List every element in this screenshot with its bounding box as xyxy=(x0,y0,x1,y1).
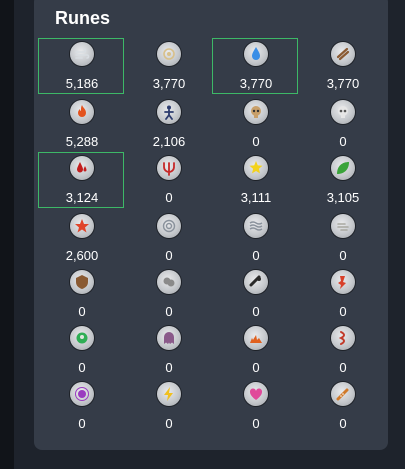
steam-rune-icon xyxy=(244,270,268,294)
rune-count: 0 xyxy=(339,248,347,263)
nature-rune-icon xyxy=(331,156,355,180)
rune-slot-air[interactable]: 5,186 xyxy=(38,38,124,94)
lava-rune-icon xyxy=(244,326,268,350)
rune-count: 0 xyxy=(78,304,86,319)
rune-count: 0 xyxy=(252,360,260,375)
rune-slot-mind[interactable]: 3,770 xyxy=(125,38,211,94)
rune-count: 0 xyxy=(165,304,173,319)
rune-slot-lava[interactable]: 0 xyxy=(212,322,298,378)
panel-title: Runes xyxy=(55,8,111,28)
flame-rune-icon xyxy=(331,270,355,294)
left-edge-strip xyxy=(0,0,14,469)
rune-slot-earth[interactable]: 3,770 xyxy=(299,38,385,94)
rune-count: 0 xyxy=(339,416,347,431)
wave-rune-icon xyxy=(244,214,268,238)
rune-count: 2,106 xyxy=(152,134,186,149)
rune-slot-dust[interactable]: 0 xyxy=(125,266,211,322)
rune-slot-lightning[interactable]: 0 xyxy=(125,378,211,434)
rune-slot-fire[interactable]: 5,288 xyxy=(38,96,124,152)
rune-slot-chaos[interactable]: 0 xyxy=(125,152,211,208)
rune-slot-skull[interactable]: 0 xyxy=(299,96,385,152)
body-rune-icon xyxy=(157,100,181,124)
rune-count: 3,124 xyxy=(65,190,99,205)
rune-slot-cosmic[interactable]: 3,111 xyxy=(212,152,298,208)
soul-rune-icon xyxy=(70,326,94,350)
ghost-rune-icon xyxy=(157,326,181,350)
skull-rune-icon xyxy=(331,100,355,124)
rune-count: 5,186 xyxy=(65,76,99,91)
rune-count: 0 xyxy=(252,304,260,319)
rune-slot-wave[interactable]: 0 xyxy=(212,210,298,266)
rune-count: 3,770 xyxy=(326,76,360,91)
lightning-rune-icon xyxy=(157,382,181,406)
rune-slot-mud[interactable]: 0 xyxy=(299,322,385,378)
water-rune-icon xyxy=(244,42,268,66)
air-rune-icon xyxy=(70,42,94,66)
chaos-rune-icon xyxy=(157,156,181,180)
rune-count: 0 xyxy=(78,416,86,431)
death-rune-icon xyxy=(244,100,268,124)
rune-count: 0 xyxy=(252,416,260,431)
swirl-rune-icon xyxy=(157,214,181,238)
rune-count: 0 xyxy=(252,134,260,149)
rune-slot-flame[interactable]: 0 xyxy=(299,266,385,322)
rune-slot-flute[interactable]: 0 xyxy=(299,378,385,434)
rune-slot-steam[interactable]: 0 xyxy=(212,266,298,322)
rune-slot-soul[interactable]: 0 xyxy=(38,322,124,378)
flute-rune-icon xyxy=(331,382,355,406)
rune-slot-ghost[interactable]: 0 xyxy=(125,322,211,378)
rune-slot-swirl[interactable]: 0 xyxy=(125,210,211,266)
rune-count: 3,770 xyxy=(239,76,273,91)
rune-count: 0 xyxy=(252,248,260,263)
rune-slot-blood[interactable]: 3,124 xyxy=(38,152,124,208)
rune-slot-nature[interactable]: 3,105 xyxy=(299,152,385,208)
astral-rune-icon xyxy=(70,382,94,406)
rune-count: 2,600 xyxy=(65,248,99,263)
rune-count: 3,105 xyxy=(326,190,360,205)
shield-rune-icon xyxy=(70,270,94,294)
rune-count: 0 xyxy=(165,190,173,205)
rune-count: 3,111 xyxy=(240,190,272,205)
rune-slot-death[interactable]: 0 xyxy=(212,96,298,152)
rune-slot-astral[interactable]: 0 xyxy=(38,378,124,434)
fire-rune-icon xyxy=(70,100,94,124)
star-rune-icon xyxy=(70,214,94,238)
dust-rune-icon xyxy=(157,270,181,294)
cosmic-rune-icon xyxy=(244,156,268,180)
mud-rune-icon xyxy=(331,326,355,350)
rune-slot-body[interactable]: 2,106 xyxy=(125,96,211,152)
mist-rune-icon xyxy=(331,214,355,238)
mind-rune-icon xyxy=(157,42,181,66)
heart-rune-icon xyxy=(244,382,268,406)
rune-slot-mist[interactable]: 0 xyxy=(299,210,385,266)
blood-rune-icon xyxy=(70,156,94,180)
rune-slot-water[interactable]: 3,770 xyxy=(212,38,298,94)
rune-count: 0 xyxy=(165,360,173,375)
rune-count: 3,770 xyxy=(152,76,186,91)
earth-rune-icon xyxy=(331,42,355,66)
rune-count: 0 xyxy=(339,134,347,149)
rune-slot-shield[interactable]: 0 xyxy=(38,266,124,322)
rune-count: 0 xyxy=(339,360,347,375)
rune-count: 5,288 xyxy=(65,134,99,149)
rune-slot-heart[interactable]: 0 xyxy=(212,378,298,434)
rune-count: 0 xyxy=(78,360,86,375)
rune-count: 0 xyxy=(165,416,173,431)
rune-count: 0 xyxy=(165,248,173,263)
rune-count: 0 xyxy=(339,304,347,319)
rune-slot-star[interactable]: 2,600 xyxy=(38,210,124,266)
